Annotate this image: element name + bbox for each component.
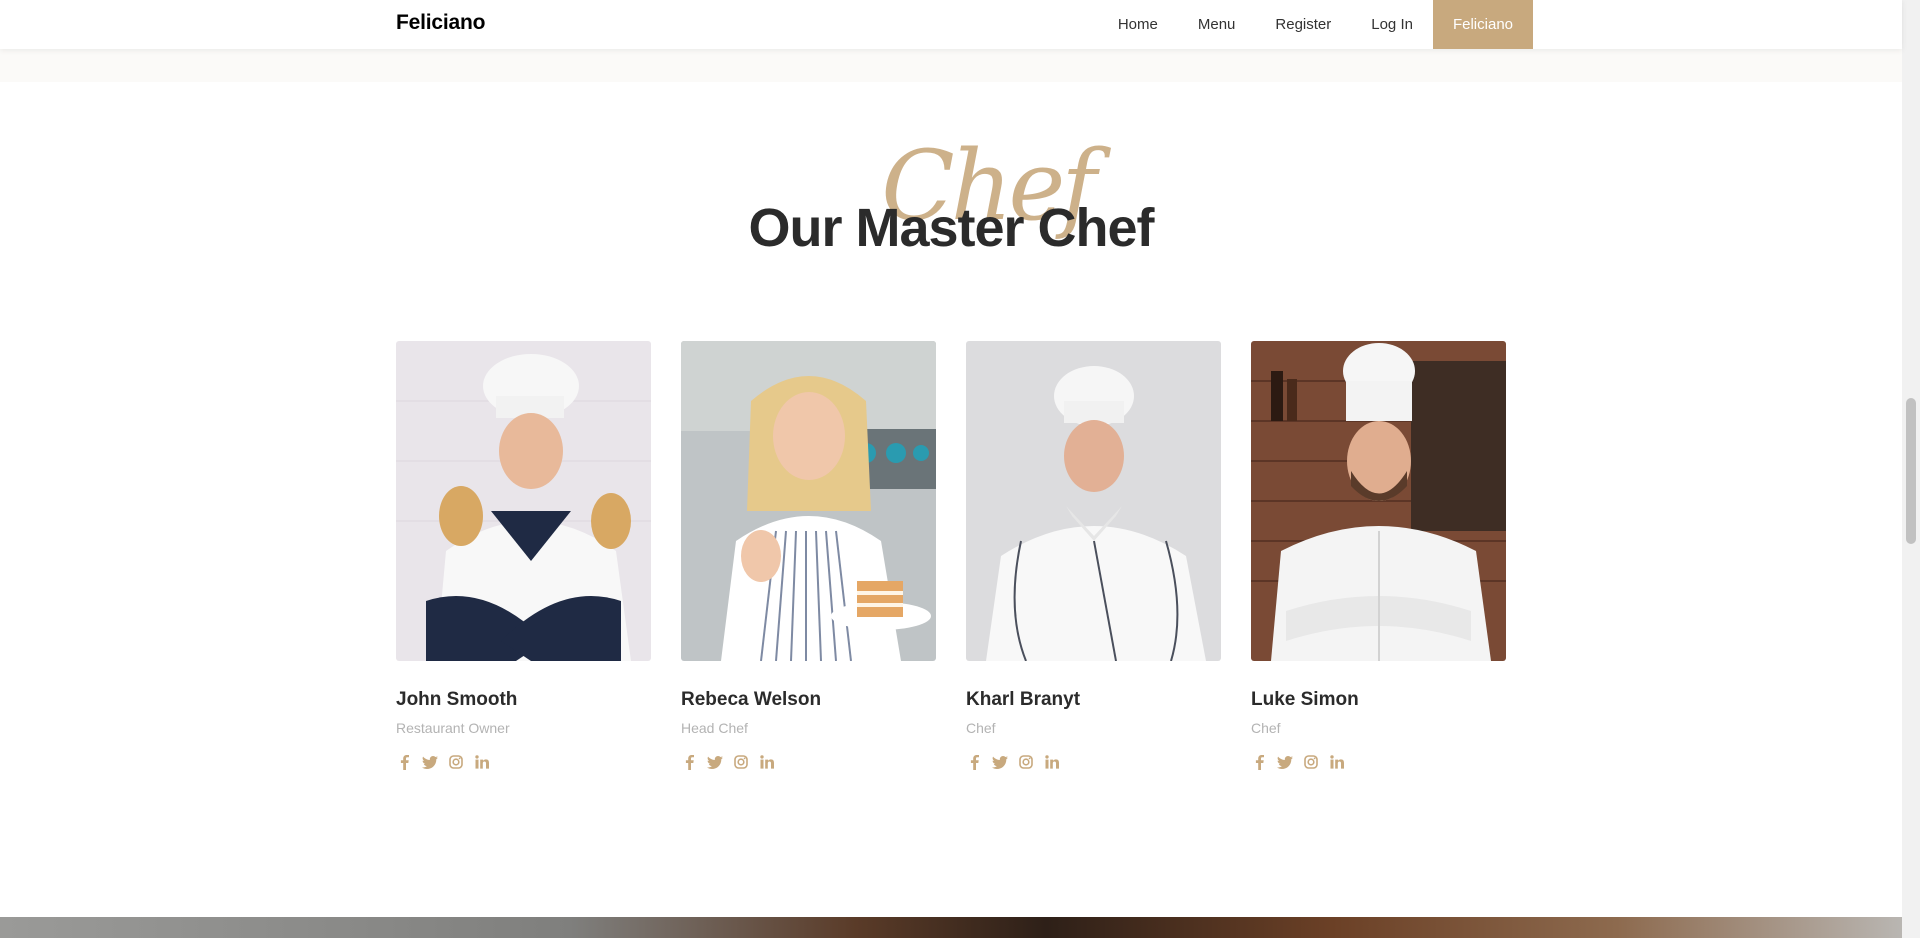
staff-card: Kharl Branyt Chef — [966, 341, 1221, 770]
nav-home[interactable]: Home — [1098, 0, 1178, 49]
main-nav: Home Menu Register Log In Feliciano — [1098, 0, 1533, 49]
chef-name: Luke Simon — [1251, 689, 1359, 710]
page-scrollbar[interactable] — [1902, 0, 1920, 938]
section-divider-band — [0, 49, 1902, 82]
chef-name: Kharl Branyt — [966, 689, 1081, 710]
social-links — [681, 754, 936, 770]
staff-card: Luke Simon Chef — [1251, 341, 1506, 770]
chef-name: John Smooth — [396, 689, 518, 710]
chef-photo — [1251, 341, 1506, 661]
food-banner-image — [0, 917, 1902, 938]
chef-role: Chef — [966, 720, 996, 736]
staff-card: Rebeca Welson Head Chef — [681, 341, 936, 770]
chef-role: Restaurant Owner — [396, 720, 510, 736]
instagram-icon[interactable] — [733, 754, 749, 770]
section-title: Our Master Chef — [748, 198, 1154, 258]
instagram-icon[interactable] — [448, 754, 464, 770]
twitter-icon[interactable] — [1277, 754, 1293, 770]
facebook-icon[interactable] — [396, 754, 412, 770]
linkedin-icon[interactable] — [1329, 754, 1345, 770]
social-links — [966, 754, 1221, 770]
nav-login[interactable]: Log In — [1351, 0, 1433, 49]
twitter-icon[interactable] — [422, 754, 438, 770]
chef-photo — [966, 341, 1221, 661]
chef-photo — [396, 341, 651, 661]
instagram-icon[interactable] — [1018, 754, 1034, 770]
chef-section-heading: Chef Our Master Chef — [0, 130, 1902, 270]
nav-menu[interactable]: Menu — [1178, 0, 1256, 49]
brand-logo[interactable]: Feliciano — [396, 11, 485, 35]
twitter-icon[interactable] — [707, 754, 723, 770]
navbar: Feliciano Home Menu Register Log In Feli… — [0, 0, 1902, 49]
staff-list: John Smooth Restaurant Owner Rebeca Wels… — [396, 341, 1506, 770]
twitter-icon[interactable] — [992, 754, 1008, 770]
linkedin-icon[interactable] — [759, 754, 775, 770]
staff-card: John Smooth Restaurant Owner — [396, 341, 651, 770]
instagram-icon[interactable] — [1303, 754, 1319, 770]
chef-photo — [681, 341, 936, 661]
chef-role: Head Chef — [681, 720, 748, 736]
linkedin-icon[interactable] — [474, 754, 490, 770]
facebook-icon[interactable] — [681, 754, 697, 770]
scrollbar-thumb[interactable] — [1906, 398, 1916, 544]
linkedin-icon[interactable] — [1044, 754, 1060, 770]
chef-name: Rebeca Welson — [681, 689, 822, 710]
social-links — [396, 754, 651, 770]
nav-feliciano-button[interactable]: Feliciano — [1432, 0, 1533, 49]
social-links — [1251, 754, 1506, 770]
facebook-icon[interactable] — [966, 754, 982, 770]
nav-register[interactable]: Register — [1255, 0, 1351, 49]
chef-role: Chef — [1251, 720, 1281, 736]
facebook-icon[interactable] — [1251, 754, 1267, 770]
